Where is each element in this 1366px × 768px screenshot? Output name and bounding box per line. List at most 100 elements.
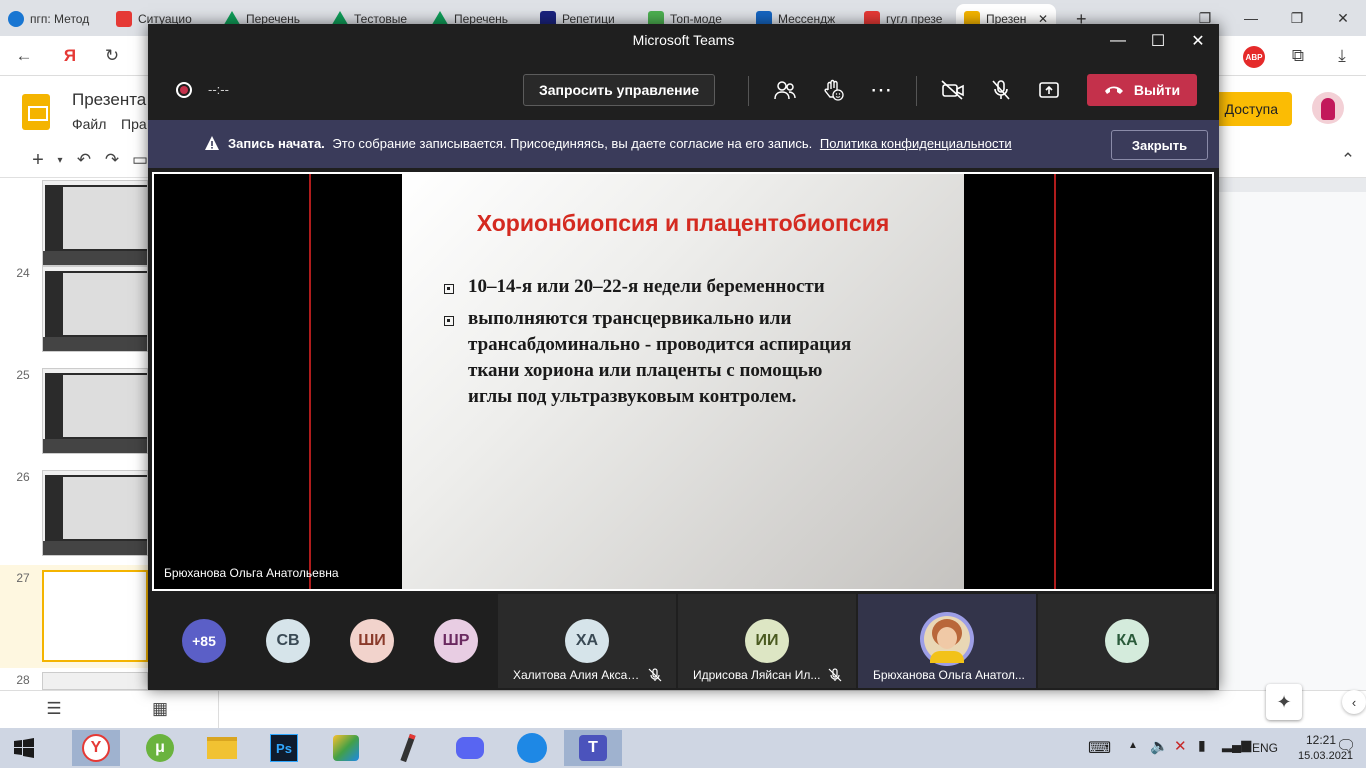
- slide-thumbnail-current[interactable]: [42, 570, 148, 662]
- discord-icon[interactable]: [446, 730, 494, 766]
- slide-thumbnail[interactable]: [42, 672, 148, 690]
- slide-number: 25: [16, 368, 30, 382]
- participant-name: Брюханова Ольга Анатол...: [873, 668, 1025, 682]
- avatar[interactable]: [1312, 92, 1344, 124]
- slide-thumbnail[interactable]: [42, 368, 148, 454]
- recording-notice: Запись начата. Это собрание записывается…: [228, 136, 1012, 151]
- chevron-left-icon[interactable]: ‹: [1342, 690, 1366, 714]
- participant-tile-speaking[interactable]: Брюханова Ольга Анатол...: [858, 594, 1036, 688]
- download-icon[interactable]: ⤓: [1330, 44, 1354, 68]
- paint-app-icon[interactable]: [322, 730, 370, 766]
- network-error-icon[interactable]: ✕: [1174, 737, 1187, 755]
- presentation-slide: Хорионбиопсия и плацентобиопсия 10–14-я …: [402, 174, 964, 589]
- utorrent-icon[interactable]: μ: [136, 730, 184, 766]
- share-screen-icon[interactable]: [1034, 77, 1064, 103]
- avatar: ИИ: [745, 619, 789, 663]
- leave-button[interactable]: Выйти: [1087, 74, 1197, 106]
- slide-thumbnail[interactable]: [42, 470, 148, 556]
- recording-notice-text: Это собрание записывается. Присоединяясь…: [332, 136, 813, 151]
- request-control-button[interactable]: Запросить управление: [523, 74, 715, 106]
- slide-bullet-text: иглы под ультразвуковым контролем.: [468, 386, 797, 407]
- slide-title: Хорионбиопсия и плацентобиопсия: [476, 210, 890, 236]
- slide-thumbnail[interactable]: [42, 180, 148, 266]
- slides-bottom-bar: ☰ ▦: [0, 690, 1366, 729]
- slide-bullet-text: 10–14-я или 20–22-я недели беременности: [468, 276, 825, 297]
- participant-tile[interactable]: ХА Халитова Алия Аксан...: [498, 594, 676, 688]
- current-slide-row: 27: [0, 565, 148, 668]
- close-banner-button[interactable]: Закрыть: [1111, 130, 1208, 160]
- signal-icon[interactable]: ▂▄▆: [1222, 737, 1251, 753]
- photoshop-icon[interactable]: Ps: [260, 730, 308, 766]
- participant-gallery: +85 СВ ШИ ШР ХА Халитова Алия Аксан... И…: [148, 594, 1219, 690]
- participant-tile[interactable]: ИИ Идрисова Ляйсан Ил...: [678, 594, 856, 688]
- camera-off-icon[interactable]: [938, 77, 968, 103]
- slide-bullet-text: трансабдоминально - проводится аспирация: [468, 334, 852, 355]
- hang-up-icon: [1104, 86, 1123, 94]
- new-slide-plus-icon[interactable]: +: [26, 148, 50, 172]
- document-title[interactable]: Презента: [72, 90, 146, 110]
- shared-screen-stage: Хорионбиопсия и плацентобиопсия 10–14-я …: [152, 172, 1214, 591]
- menu-file[interactable]: Файл: [72, 116, 106, 132]
- explore-icon[interactable]: ✦: [1266, 684, 1302, 720]
- slide-thumbnail[interactable]: [42, 266, 148, 352]
- chevron-up-icon[interactable]: ⌃: [1336, 148, 1360, 172]
- more-options-icon[interactable]: ⋯: [866, 77, 896, 103]
- slide-number: 24: [16, 266, 30, 280]
- undo-icon[interactable]: ↶: [72, 148, 96, 172]
- maximize-icon[interactable]: ☐: [1138, 24, 1178, 58]
- chevron-up-icon[interactable]: ▲: [1128, 740, 1138, 751]
- avatar[interactable]: ШР: [434, 619, 478, 663]
- mic-off-icon: [828, 668, 842, 682]
- redo-icon[interactable]: ↷: [100, 148, 124, 172]
- keyboard-icon[interactable]: ⌨: [1088, 738, 1111, 758]
- recording-icon: [176, 82, 192, 98]
- clock-time[interactable]: 12:21: [1306, 733, 1336, 747]
- menu-edit[interactable]: Пра: [121, 116, 147, 132]
- windows-start-icon[interactable]: [0, 730, 48, 766]
- minimize-icon[interactable]: —: [1228, 0, 1274, 36]
- mic-off-icon[interactable]: [986, 77, 1016, 103]
- yandex-browser-icon[interactable]: Y: [72, 730, 120, 766]
- app-icon[interactable]: [508, 730, 556, 766]
- reload-icon[interactable]: ↻: [100, 44, 124, 68]
- close-icon[interactable]: ✕: [1320, 0, 1366, 36]
- avatar[interactable]: ШИ: [350, 619, 394, 663]
- chevron-down-icon[interactable]: ▾: [48, 148, 72, 172]
- reactions-icon[interactable]: [818, 77, 848, 103]
- grid-view-icon[interactable]: ▦: [148, 697, 172, 721]
- restore-icon[interactable]: ❐: [1274, 0, 1320, 36]
- slide-bullet-text: выполняются трансцервикально или: [468, 308, 792, 329]
- extensions-icon[interactable]: ⧉: [1286, 44, 1310, 68]
- browser-tab[interactable]: пгп: Метод: [0, 4, 104, 34]
- mic-off-icon: [648, 668, 662, 682]
- language-indicator[interactable]: ENG: [1252, 741, 1278, 755]
- filmstrip-view-icon[interactable]: ☰: [42, 697, 66, 721]
- adblock-badge[interactable]: ABP: [1243, 46, 1265, 68]
- participants-icon[interactable]: [770, 77, 800, 103]
- windows-taskbar: Y μ Ps T ⌨ ▲ 🔈 ✕ ▮ ▂▄▆ ENG 12:21 15.03.2…: [0, 728, 1366, 768]
- pencil-icon[interactable]: [384, 730, 432, 766]
- battery-icon[interactable]: ▮: [1198, 737, 1206, 754]
- teams-icon[interactable]: T: [564, 730, 622, 766]
- teams-titlebar: Microsoft Teams — ☐ ✕: [148, 24, 1219, 58]
- close-icon[interactable]: ✕: [1178, 24, 1218, 58]
- avatar: [920, 612, 974, 666]
- slide-number: 26: [16, 470, 30, 484]
- avatar[interactable]: СВ: [266, 619, 310, 663]
- more-participants-button[interactable]: +85: [182, 619, 226, 663]
- notifications-icon[interactable]: 🗨: [1336, 736, 1356, 756]
- avatar: КА: [1105, 619, 1149, 663]
- yandex-logo-icon[interactable]: Я: [58, 44, 82, 68]
- file-explorer-icon[interactable]: [198, 730, 246, 766]
- participant-name: Халитова Алия Аксан...: [513, 668, 643, 682]
- tab-favicon-icon: [8, 11, 24, 27]
- slides-logo-icon[interactable]: [22, 94, 50, 130]
- volume-icon[interactable]: 🔈: [1150, 737, 1169, 755]
- participant-tile[interactable]: КА: [1038, 594, 1216, 688]
- leave-label: Выйти: [1133, 82, 1181, 98]
- minimize-icon[interactable]: —: [1098, 24, 1138, 58]
- divider: [309, 174, 311, 589]
- back-arrow-icon[interactable]: ←: [12, 44, 36, 68]
- divider: [748, 76, 749, 106]
- privacy-policy-link[interactable]: Политика конфиденциальности: [820, 136, 1012, 151]
